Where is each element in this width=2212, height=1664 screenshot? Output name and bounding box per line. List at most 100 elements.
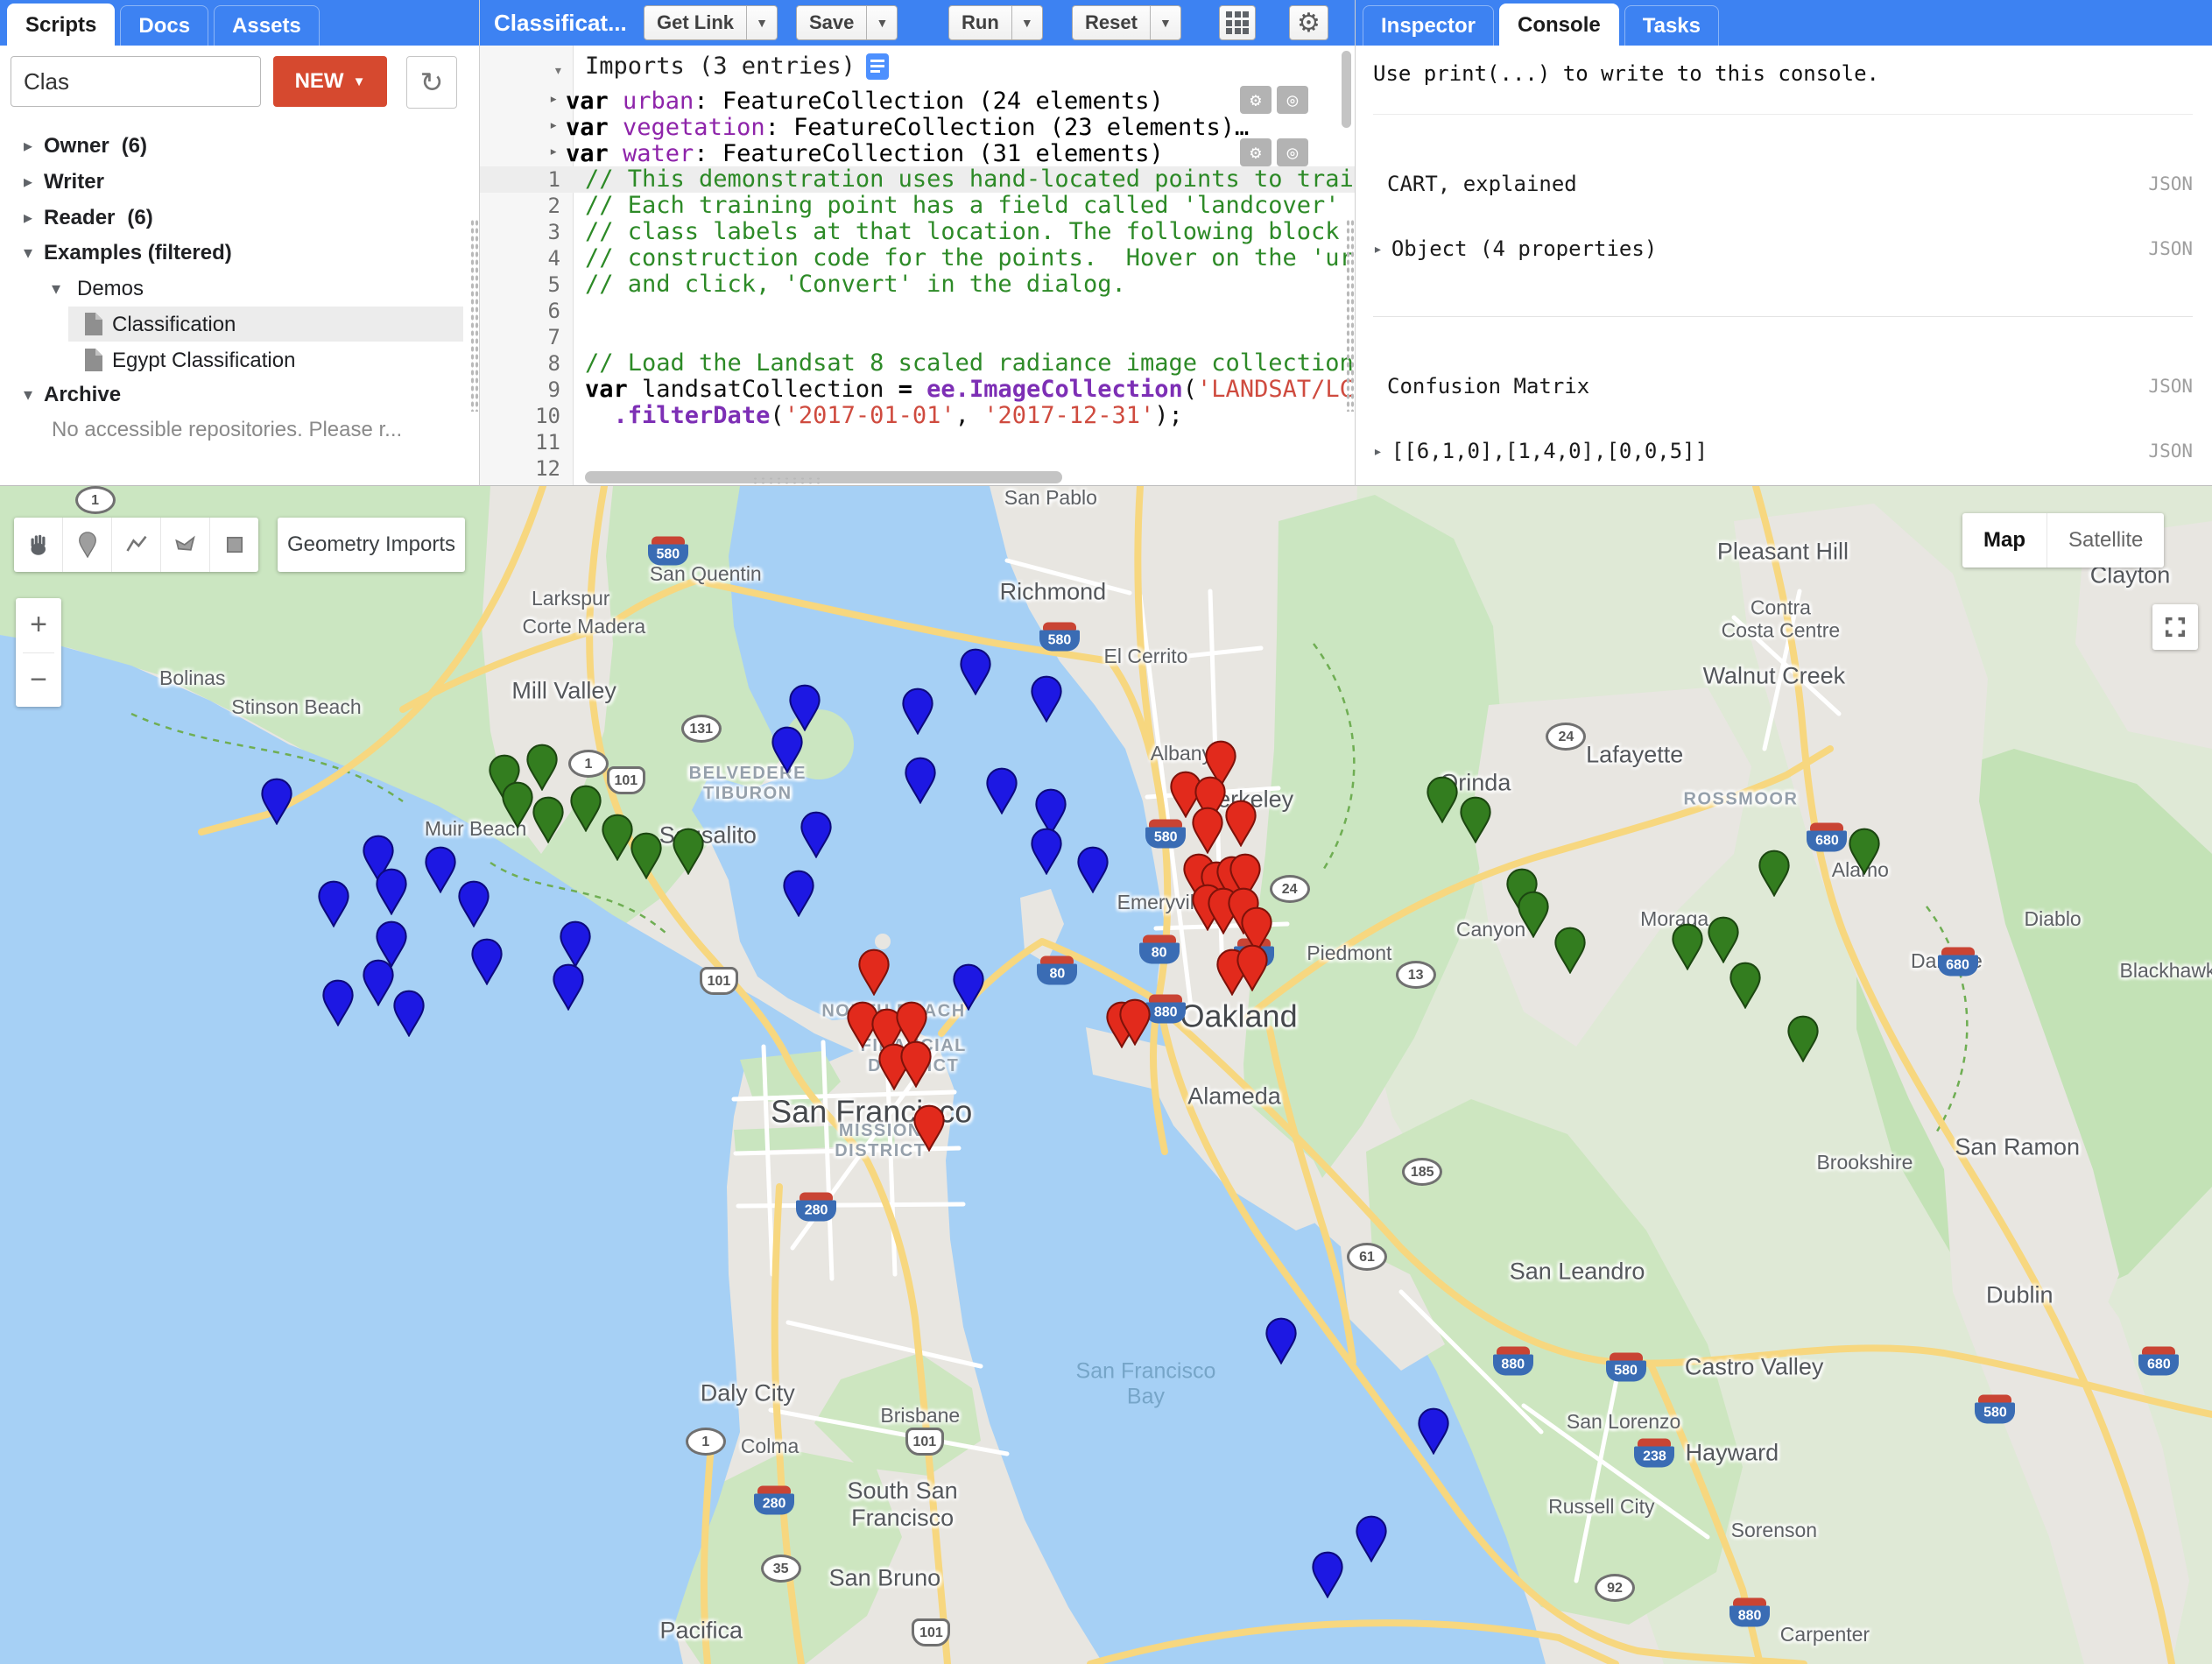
- collapse-arrow-icon[interactable]: ▾: [553, 61, 563, 80]
- map-type-button[interactable]: Map: [1962, 513, 2046, 568]
- panel-resize-handle-horizontal[interactable]: [751, 476, 821, 484]
- map-marker-vegetation[interactable]: [1671, 923, 1704, 970]
- map-marker-water[interactable]: [317, 880, 350, 927]
- map-marker-water[interactable]: [1030, 828, 1063, 875]
- horizontal-scrollbar[interactable]: [585, 471, 1062, 483]
- chevron-right-icon[interactable]: ▸: [1373, 240, 1383, 258]
- run-button[interactable]: Run ▼: [948, 5, 1043, 40]
- map-marker-urban[interactable]: [1236, 944, 1269, 991]
- chevron-right-icon[interactable]: ▸: [24, 135, 32, 157]
- pan-tool-button[interactable]: [14, 518, 63, 572]
- import-row-vegetation[interactable]: ▸var vegetation: FeatureCollection (23 e…: [480, 114, 1355, 140]
- rectangle-tool-button[interactable]: [210, 518, 258, 572]
- map-marker-water[interactable]: [362, 959, 395, 1006]
- refresh-button[interactable]: ↻: [406, 56, 457, 109]
- map-marker-water[interactable]: [788, 684, 821, 731]
- map-marker-water[interactable]: [1076, 846, 1110, 893]
- map-marker-urban[interactable]: [857, 948, 891, 996]
- map-marker-water[interactable]: [952, 963, 985, 1011]
- map-marker-vegetation[interactable]: [630, 832, 663, 879]
- code-line[interactable]: 1// This demonstration uses hand-located…: [480, 166, 1355, 193]
- code-line[interactable]: 9var landsatCollection = ee.ImageCollect…: [480, 377, 1355, 403]
- tree-item-folder[interactable]: ▾Examples (filtered): [0, 236, 479, 271]
- map-marker-water[interactable]: [771, 726, 804, 773]
- json-badge[interactable]: JSON: [2148, 441, 2193, 462]
- map-marker-water[interactable]: [1355, 1515, 1388, 1562]
- map-marker-water[interactable]: [901, 687, 934, 735]
- tab-assets[interactable]: Assets: [214, 5, 320, 46]
- code-line[interactable]: 8// Load the Landsat 8 scaled radiance i…: [480, 350, 1355, 377]
- tab-scripts[interactable]: Scripts: [7, 4, 115, 46]
- tab-docs[interactable]: Docs: [120, 5, 208, 46]
- map-marker-water[interactable]: [985, 767, 1018, 814]
- import-settings-icon[interactable]: ⚙: [1240, 86, 1272, 114]
- map-marker-vegetation[interactable]: [1517, 891, 1550, 938]
- map-marker-vegetation[interactable]: [672, 828, 705, 875]
- import-row-urban[interactable]: ▸var urban: FeatureCollection (24 elemen…: [480, 88, 1355, 114]
- code-line[interactable]: 10 .filterDate('2017-01-01', '2017-12-31…: [480, 403, 1355, 429]
- map-marker-water[interactable]: [1265, 1317, 1298, 1364]
- map-marker-water[interactable]: [321, 979, 355, 1026]
- chevron-down-icon[interactable]: ▾: [24, 242, 32, 264]
- fullscreen-button[interactable]: [2152, 604, 2198, 650]
- map-marker-urban[interactable]: [912, 1104, 946, 1152]
- code-line[interactable]: 3// class labels at that location. The f…: [480, 219, 1355, 245]
- map-marker-vegetation[interactable]: [1707, 916, 1740, 963]
- map-marker-water[interactable]: [470, 938, 504, 985]
- import-target-icon[interactable]: ◎: [1277, 86, 1308, 114]
- vertical-scrollbar[interactable]: [1342, 51, 1351, 128]
- save-button[interactable]: Save ▼: [796, 5, 898, 40]
- json-badge[interactable]: JSON: [2148, 173, 2193, 194]
- tree-item-file[interactable]: Classification: [0, 308, 479, 343]
- map-marker-vegetation[interactable]: [501, 781, 534, 828]
- script-filter-input[interactable]: [11, 56, 261, 107]
- reset-button[interactable]: Reset ▼: [1072, 5, 1181, 40]
- map-marker-vegetation[interactable]: [1553, 927, 1587, 974]
- map-marker-water[interactable]: [559, 920, 592, 968]
- map-marker-water[interactable]: [1417, 1407, 1450, 1455]
- code-line[interactable]: 7: [480, 324, 1355, 350]
- map-marker-water[interactable]: [260, 778, 293, 825]
- run-dropdown[interactable]: ▼: [1011, 6, 1042, 39]
- map-marker-water[interactable]: [392, 990, 426, 1037]
- chevron-down-icon[interactable]: ▾: [24, 384, 32, 405]
- console-entry-value[interactable]: [[6,1,0],[1,4,0],[0,0,5]]: [1391, 439, 1708, 463]
- map-marker-water[interactable]: [904, 757, 937, 804]
- code-line[interactable]: 4// construction code for the points. Ho…: [480, 245, 1355, 271]
- get-link-dropdown[interactable]: ▼: [746, 6, 777, 39]
- tab-console[interactable]: Console: [1499, 4, 1619, 46]
- map-marker-water[interactable]: [800, 811, 833, 858]
- code-line[interactable]: 11: [480, 429, 1355, 455]
- map-marker-water[interactable]: [424, 846, 457, 893]
- console-entry-value[interactable]: Object (4 properties): [1391, 236, 1657, 261]
- satellite-type-button[interactable]: Satellite: [2046, 513, 2164, 568]
- map-marker-water[interactable]: [552, 963, 585, 1011]
- chevron-right-icon[interactable]: ▸: [549, 143, 558, 160]
- new-script-button[interactable]: NEW ▼: [273, 56, 387, 107]
- geometry-imports-button[interactable]: Geometry Imports: [278, 518, 465, 572]
- map-marker-urban[interactable]: [899, 1040, 933, 1088]
- save-dropdown[interactable]: ▼: [866, 6, 897, 39]
- map-marker-vegetation[interactable]: [1848, 828, 1881, 875]
- chevron-right-icon[interactable]: ▸: [24, 207, 32, 229]
- tree-item-folder[interactable]: ▾Archive: [0, 378, 479, 413]
- map-marker-vegetation[interactable]: [532, 796, 565, 843]
- map-marker-water[interactable]: [959, 648, 992, 695]
- json-badge[interactable]: JSON: [2148, 238, 2193, 259]
- map-marker-urban[interactable]: [1224, 800, 1257, 847]
- tree-item-folder[interactable]: ▸Writer: [0, 166, 479, 201]
- point-tool-button[interactable]: [63, 518, 112, 572]
- tree-item-folder[interactable]: ▾Demos: [0, 272, 479, 307]
- map-marker-vegetation[interactable]: [569, 785, 602, 832]
- tree-item-folder[interactable]: ▸Reader(6): [0, 201, 479, 236]
- reset-dropdown[interactable]: ▼: [1150, 6, 1180, 39]
- import-target-icon[interactable]: ◎: [1277, 138, 1308, 166]
- settings-button[interactable]: ⚙: [1289, 5, 1328, 40]
- tab-inspector[interactable]: Inspector: [1363, 5, 1494, 46]
- code-line[interactable]: 5// and click, 'Convert' in the dialog.: [480, 271, 1355, 298]
- chevron-right-icon[interactable]: ▸: [549, 116, 558, 134]
- panel-resize-handle[interactable]: [1346, 219, 1355, 412]
- map-marker-vegetation[interactable]: [1459, 796, 1492, 843]
- editor-body[interactable]: ▾ Imports (3 entries) ▸var urban: Featur…: [480, 46, 1355, 485]
- chevron-down-icon[interactable]: ▾: [52, 278, 60, 300]
